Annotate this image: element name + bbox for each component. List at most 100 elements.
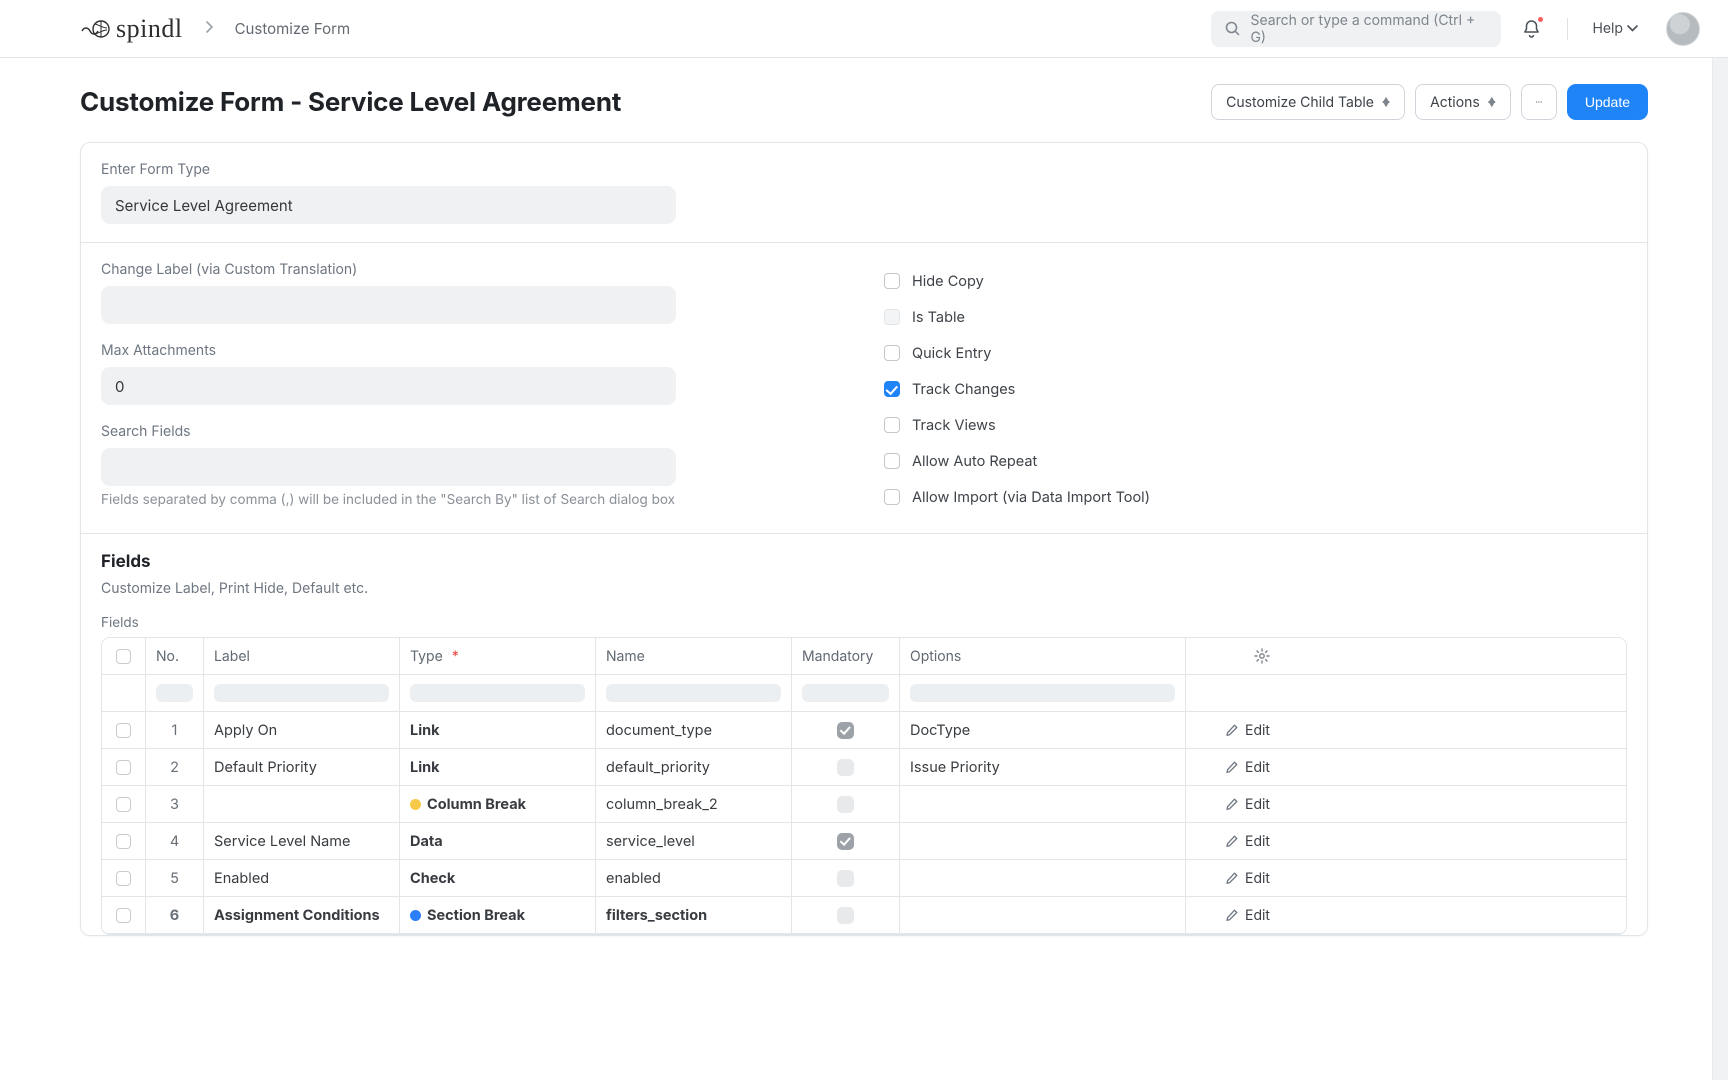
cell-no: 3 — [146, 786, 204, 822]
edit-row-button[interactable]: Edit — [1225, 870, 1270, 887]
update-label: Update — [1585, 94, 1630, 110]
help-menu[interactable]: Help — [1592, 20, 1638, 37]
select-all-checkbox[interactable] — [116, 649, 131, 664]
checkbox-hide-copy[interactable]: Hide Copy — [884, 263, 1627, 299]
row-checkbox[interactable] — [116, 760, 131, 775]
yarn-icon — [80, 18, 110, 40]
breadcrumb[interactable]: Customize Form — [235, 19, 351, 38]
cell-label: Service Level Name — [204, 823, 400, 859]
edit-row-button[interactable]: Edit — [1225, 907, 1270, 924]
mandatory-checkbox[interactable] — [837, 870, 854, 887]
col-name[interactable]: Name — [596, 638, 792, 674]
row-checkbox[interactable] — [116, 797, 131, 812]
cell-no: 1 — [146, 712, 204, 748]
mandatory-checkbox[interactable] — [837, 722, 854, 739]
cell-mandatory — [792, 786, 900, 822]
max-attachments-input[interactable]: 0 — [101, 367, 676, 405]
cell-no: 2 — [146, 749, 204, 785]
customize-child-table-button[interactable]: Customize Child Table ▲▼ — [1211, 84, 1405, 120]
enter-form-type-label: Enter Form Type — [101, 161, 1627, 178]
checkbox-track-changes[interactable]: Track Changes — [884, 371, 1627, 407]
enter-form-type-input[interactable]: Service Level Agreement — [101, 186, 676, 224]
separator — [1567, 18, 1568, 40]
mandatory-checkbox[interactable] — [837, 833, 854, 850]
checkbox-icon — [884, 417, 900, 433]
col-no[interactable]: No. — [146, 638, 204, 674]
max-attachments-value: 0 — [115, 377, 124, 396]
cell-mandatory — [792, 749, 900, 785]
section-form-type: Enter Form Type Service Level Agreement — [81, 143, 1647, 242]
filter-name[interactable] — [606, 684, 781, 702]
filter-type[interactable] — [410, 684, 585, 702]
change-label-input[interactable] — [101, 286, 676, 324]
checkbox-icon — [884, 345, 900, 361]
table-row[interactable]: 4Service Level NameDataservice_levelEdit — [102, 823, 1626, 860]
avatar[interactable] — [1666, 12, 1700, 46]
brand[interactable]: spindl — [80, 14, 183, 44]
configure-columns-button[interactable] — [1186, 638, 1280, 674]
row-checkbox[interactable] — [116, 871, 131, 886]
checkbox-icon — [884, 273, 900, 289]
table-row[interactable]: 3Column Breakcolumn_break_2Edit — [102, 786, 1626, 823]
table-row[interactable]: 6Assignment ConditionsSection Breakfilte… — [102, 897, 1626, 934]
row-checkbox[interactable] — [116, 723, 131, 738]
table-row[interactable]: 1Apply OnLinkdocument_typeDocTypeEdit — [102, 712, 1626, 749]
cell-type: Column Break — [400, 786, 596, 822]
col-mandatory[interactable]: Mandatory — [792, 638, 900, 674]
checkbox-allow-auto-repeat[interactable]: Allow Auto Repeat — [884, 443, 1627, 479]
search-input[interactable]: Search or type a command (Ctrl + G) — [1211, 11, 1501, 47]
settings-left-col: Change Label (via Custom Translation) Ma… — [101, 261, 844, 515]
col-options[interactable]: Options — [900, 638, 1186, 674]
edit-row-button[interactable]: Edit — [1225, 759, 1270, 776]
dot-icon — [410, 799, 421, 810]
edit-row-button[interactable]: Edit — [1225, 796, 1270, 813]
cell-label: Apply On — [204, 712, 400, 748]
notification-dot-icon — [1537, 16, 1544, 23]
search-fields-input[interactable] — [101, 448, 676, 486]
mandatory-checkbox[interactable] — [837, 796, 854, 813]
table-row[interactable]: 2Default PriorityLinkdefault_priorityIss… — [102, 749, 1626, 786]
cell-type: Section Break — [400, 897, 596, 933]
filter-mandatory[interactable] — [802, 684, 889, 702]
cell-mandatory — [792, 860, 900, 896]
row-checkbox[interactable] — [116, 908, 131, 923]
checkbox-icon — [884, 453, 900, 469]
search-icon — [1225, 21, 1240, 36]
row-checkbox[interactable] — [116, 834, 131, 849]
filter-no[interactable] — [156, 684, 193, 702]
checkbox-is-table: Is Table — [884, 299, 1627, 335]
checkbox-label: Allow Auto Repeat — [912, 453, 1037, 470]
gear-icon — [1254, 648, 1270, 664]
mandatory-checkbox[interactable] — [837, 907, 854, 924]
cell-mandatory — [792, 712, 900, 748]
more-menu-button[interactable] — [1521, 84, 1557, 120]
cell-type: Data — [400, 823, 596, 859]
col-label[interactable]: Label — [204, 638, 400, 674]
cell-name: enabled — [596, 860, 792, 896]
checkbox-quick-entry[interactable]: Quick Entry — [884, 335, 1627, 371]
checkbox-track-views[interactable]: Track Views — [884, 407, 1627, 443]
update-button[interactable]: Update — [1567, 84, 1648, 120]
mandatory-checkbox[interactable] — [837, 759, 854, 776]
checkbox-allow-import-via-data-import-tool-[interactable]: Allow Import (via Data Import Tool) — [884, 479, 1627, 515]
filter-options[interactable] — [910, 684, 1175, 702]
top-nav: spindl Customize Form Search or type a c… — [0, 0, 1728, 58]
notifications-button[interactable] — [1519, 17, 1543, 41]
search-placeholder: Search or type a command (Ctrl + G) — [1250, 12, 1487, 46]
cell-label: Default Priority — [204, 749, 400, 785]
page: Customize Form - Service Level Agreement… — [0, 58, 1728, 936]
edit-row-button[interactable]: Edit — [1225, 722, 1270, 739]
table-row[interactable]: 5EnabledCheckenabledEdit — [102, 860, 1626, 897]
table-body: 1Apply OnLinkdocument_typeDocTypeEdit2De… — [102, 712, 1626, 934]
filter-label[interactable] — [214, 684, 389, 702]
edit-label: Edit — [1245, 833, 1270, 850]
checkbox-label: Quick Entry — [912, 345, 991, 362]
header-actions: Customize Child Table ▲▼ Actions ▲▼ Upda… — [1211, 84, 1648, 120]
col-type[interactable]: Type* — [400, 638, 596, 674]
edit-row-button[interactable]: Edit — [1225, 833, 1270, 850]
actions-menu-button[interactable]: Actions ▲▼ — [1415, 84, 1511, 120]
cell-type: Check — [400, 860, 596, 896]
cell-type: Link — [400, 749, 596, 785]
checkbox-label: Is Table — [912, 309, 965, 326]
edit-label: Edit — [1245, 907, 1270, 924]
